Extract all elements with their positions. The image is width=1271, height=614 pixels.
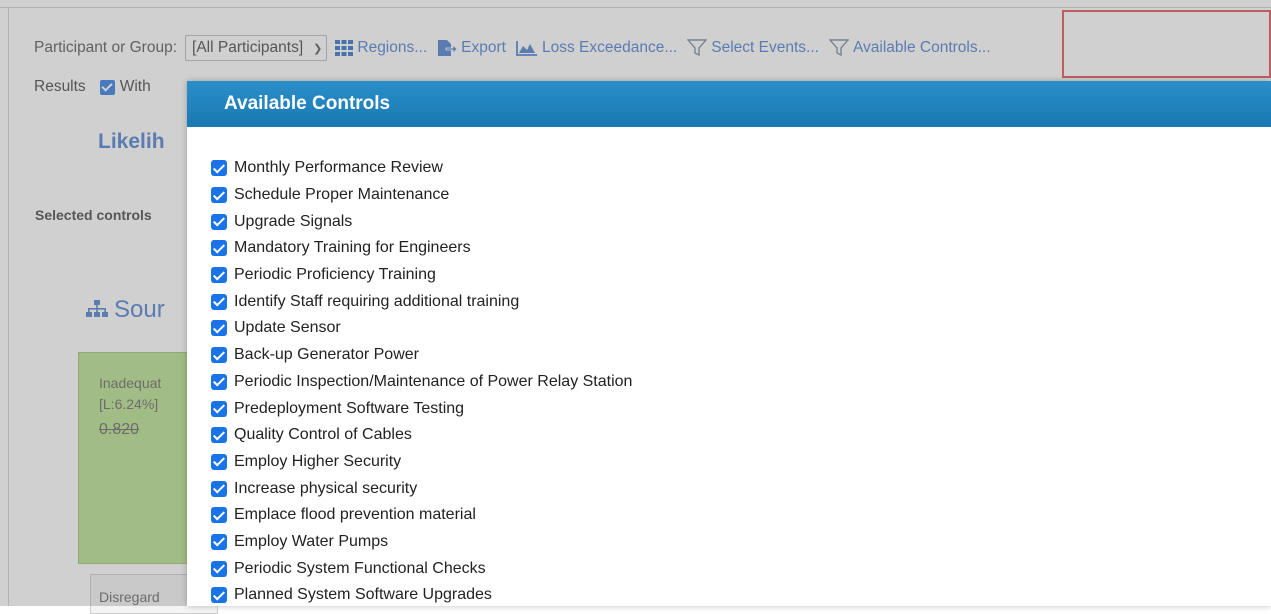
- control-label: Planned System Software Upgrades: [234, 586, 492, 604]
- control-label: Employ Higher Security: [234, 452, 402, 470]
- dialog-title: Available Controls: [187, 81, 1271, 127]
- control-item[interactable]: Periodic Proficiency Training: [211, 262, 1271, 289]
- control-item[interactable]: Back-up Generator Power: [211, 342, 1271, 369]
- control-checkbox[interactable]: [211, 587, 227, 604]
- control-label: Increase physical security: [234, 479, 418, 497]
- control-label: Monthly Performance Review: [234, 159, 443, 177]
- control-item[interactable]: Schedule Proper Maintenance: [211, 182, 1271, 209]
- control-label: Update Sensor: [234, 319, 341, 337]
- control-item[interactable]: Upgrade Signals: [211, 208, 1271, 235]
- control-checkbox[interactable]: [211, 427, 227, 444]
- control-label: Quality Control of Cables: [234, 426, 412, 444]
- control-label: Periodic System Functional Checks: [234, 559, 486, 577]
- control-label: Upgrade Signals: [234, 212, 353, 230]
- control-item[interactable]: Periodic Inspection/Maintenance of Power…: [211, 369, 1271, 396]
- available-controls-dialog: Available Controls Monthly Performance R…: [187, 81, 1271, 606]
- control-item[interactable]: Monthly Performance Review: [211, 155, 1271, 182]
- control-label: Schedule Proper Maintenance: [234, 186, 450, 204]
- control-item[interactable]: Periodic System Functional Checks: [211, 555, 1271, 582]
- control-checkbox[interactable]: [211, 373, 227, 390]
- controls-list: Monthly Performance Review Schedule Prope…: [187, 127, 1271, 609]
- control-checkbox[interactable]: [211, 453, 227, 470]
- control-checkbox[interactable]: [211, 347, 227, 364]
- control-checkbox[interactable]: [211, 480, 227, 497]
- control-checkbox[interactable]: [211, 267, 227, 284]
- control-checkbox[interactable]: [211, 507, 227, 524]
- control-checkbox[interactable]: [211, 293, 227, 310]
- control-label: Periodic Proficiency Training: [234, 266, 436, 284]
- control-item[interactable]: Employ Water Pumps: [211, 529, 1271, 556]
- control-label: Identify Staff requiring additional trai…: [234, 292, 520, 310]
- control-label: Emplace flood prevention material: [234, 506, 476, 524]
- control-label: Back-up Generator Power: [234, 346, 419, 364]
- control-item[interactable]: Predeployment Software Testing: [211, 395, 1271, 422]
- control-checkbox[interactable]: [211, 213, 227, 230]
- control-checkbox[interactable]: [211, 533, 227, 550]
- control-item[interactable]: Employ Higher Security: [211, 449, 1271, 476]
- control-label: Mandatory Training for Engineers: [234, 239, 471, 257]
- control-label: Employ Water Pumps: [234, 532, 389, 550]
- control-item[interactable]: Quality Control of Cables: [211, 422, 1271, 449]
- control-checkbox[interactable]: [211, 400, 227, 417]
- control-checkbox[interactable]: [211, 560, 227, 577]
- control-label: Periodic Inspection/Maintenance of Power…: [234, 372, 633, 390]
- control-item[interactable]: Update Sensor: [211, 315, 1271, 342]
- control-checkbox[interactable]: [211, 320, 227, 337]
- control-item[interactable]: Identify Staff requiring additional trai…: [211, 288, 1271, 315]
- control-item[interactable]: Planned System Software Upgrades: [211, 582, 1271, 609]
- control-checkbox[interactable]: [211, 240, 227, 257]
- control-label: Predeployment Software Testing: [234, 399, 465, 417]
- control-checkbox[interactable]: [211, 160, 227, 177]
- control-item[interactable]: Increase physical security: [211, 475, 1271, 502]
- control-checkbox[interactable]: [211, 187, 227, 204]
- control-item[interactable]: Mandatory Training for Engineers: [211, 235, 1271, 262]
- control-item[interactable]: Emplace flood prevention material: [211, 502, 1271, 529]
